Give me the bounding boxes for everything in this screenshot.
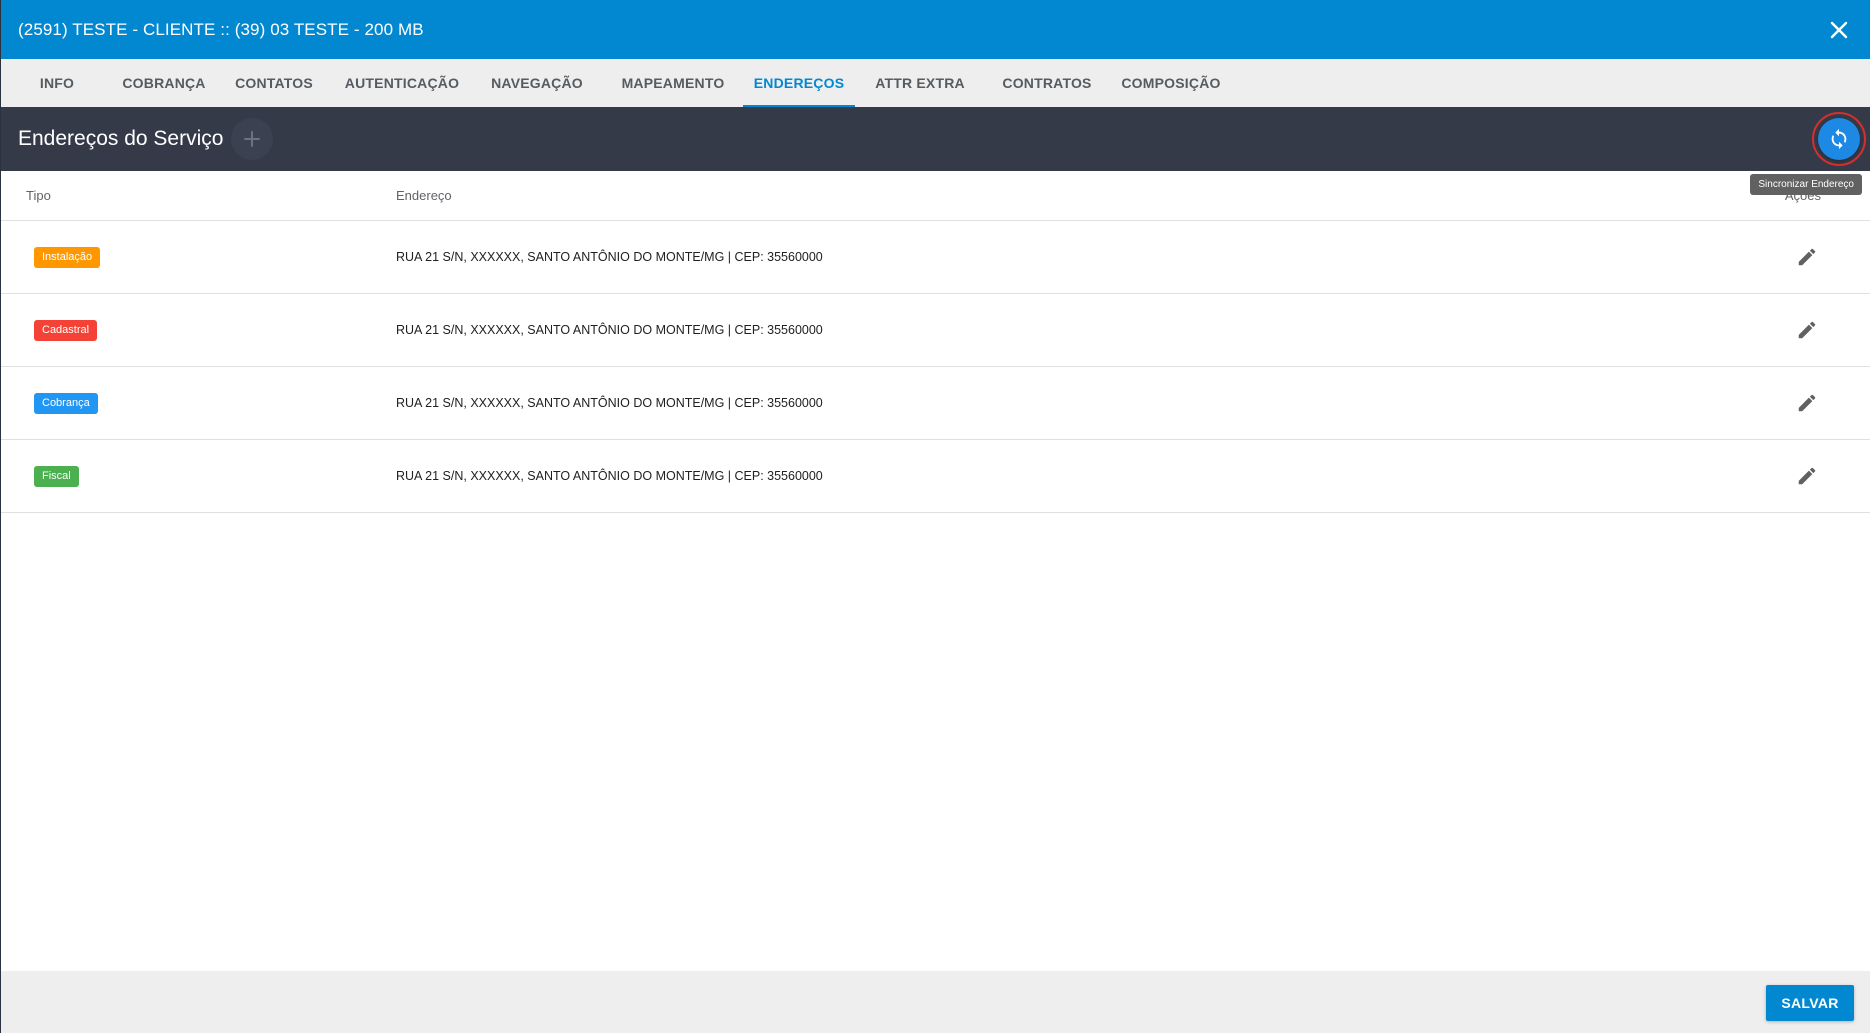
dialog-footer: SALVAR: [1, 971, 1870, 1033]
tab-contatos[interactable]: CONTATOS: [215, 59, 333, 107]
tab-info[interactable]: INFO: [1, 59, 113, 107]
table-row: Cadastral RUA 21 S/N, XXXXXX, SANTO ANTÔ…: [1, 294, 1870, 367]
type-badge: Fiscal: [34, 465, 79, 487]
dialog-title: (2591) TESTE - CLIENTE :: (39) 03 TESTE …: [18, 19, 424, 39]
tab-enderecos[interactable]: ENDEREÇOS: [743, 59, 855, 107]
address-text: RUA 21 S/N, XXXXXX, SANTO ANTÔNIO DO MON…: [396, 396, 823, 410]
section-title: Endereços do Serviço: [18, 127, 224, 150]
tab-contratos[interactable]: CONTRATOS: [985, 59, 1109, 107]
add-address-button[interactable]: [231, 118, 274, 160]
type-badge: Instalação: [34, 246, 101, 268]
table-row: Cobrança RUA 21 S/N, XXXXXX, SANTO ANTÔN…: [1, 367, 1870, 440]
type-badge: Cadastral: [34, 319, 98, 341]
section-toolbar: Endereços do Serviço: [1, 107, 1870, 171]
address-text: RUA 21 S/N, XXXXXX, SANTO ANTÔNIO DO MON…: [396, 323, 823, 337]
edit-button[interactable]: [1791, 241, 1823, 273]
header-endereco: Endereço: [396, 188, 452, 203]
pencil-icon: [1798, 321, 1816, 339]
tab-attr-extra[interactable]: ATTR EXTRA: [855, 59, 985, 107]
edit-button[interactable]: [1791, 387, 1823, 419]
tab-cobranca[interactable]: COBRANÇA: [113, 59, 215, 107]
edit-button[interactable]: [1791, 314, 1823, 346]
save-button[interactable]: SALVAR: [1766, 985, 1854, 1021]
dialog: (2591) TESTE - CLIENTE :: (39) 03 TESTE …: [0, 0, 1870, 1033]
pencil-icon: [1798, 467, 1816, 485]
edit-button[interactable]: [1791, 460, 1823, 492]
address-table: Tipo Endereço Ações Instalação RUA 21 S/…: [1, 171, 1870, 513]
close-button[interactable]: [1824, 15, 1854, 45]
sync-tooltip: Sincronizar Endereço: [1750, 174, 1862, 195]
tab-autenticacao[interactable]: AUTENTICAÇÃO: [333, 59, 471, 107]
pencil-icon: [1798, 394, 1816, 412]
tab-bar: INFO COBRANÇA CONTATOS AUTENTICAÇÃO NAVE…: [1, 59, 1870, 107]
pencil-icon: [1798, 248, 1816, 266]
tab-navegacao[interactable]: NAVEGAÇÃO: [471, 59, 603, 107]
tab-mapeamento[interactable]: MAPEAMENTO: [603, 59, 743, 107]
sync-address-button[interactable]: [1818, 118, 1860, 160]
table-header: Tipo Endereço Ações: [1, 171, 1870, 221]
address-text: RUA 21 S/N, XXXXXX, SANTO ANTÔNIO DO MON…: [396, 469, 823, 483]
sync-icon: [1831, 128, 1847, 150]
address-text: RUA 21 S/N, XXXXXX, SANTO ANTÔNIO DO MON…: [396, 250, 823, 264]
close-icon: [1830, 21, 1848, 39]
plus-icon: [244, 131, 261, 147]
header-tipo: Tipo: [26, 188, 51, 203]
table-row: Fiscal RUA 21 S/N, XXXXXX, SANTO ANTÔNIO…: [1, 440, 1870, 513]
tab-composicao[interactable]: COMPOSIÇÃO: [1109, 59, 1233, 107]
table-row: Instalação RUA 21 S/N, XXXXXX, SANTO ANT…: [1, 221, 1870, 294]
dialog-header: (2591) TESTE - CLIENTE :: (39) 03 TESTE …: [1, 0, 1870, 59]
sync-highlight-ring: [1812, 112, 1866, 166]
type-badge: Cobrança: [34, 392, 98, 414]
